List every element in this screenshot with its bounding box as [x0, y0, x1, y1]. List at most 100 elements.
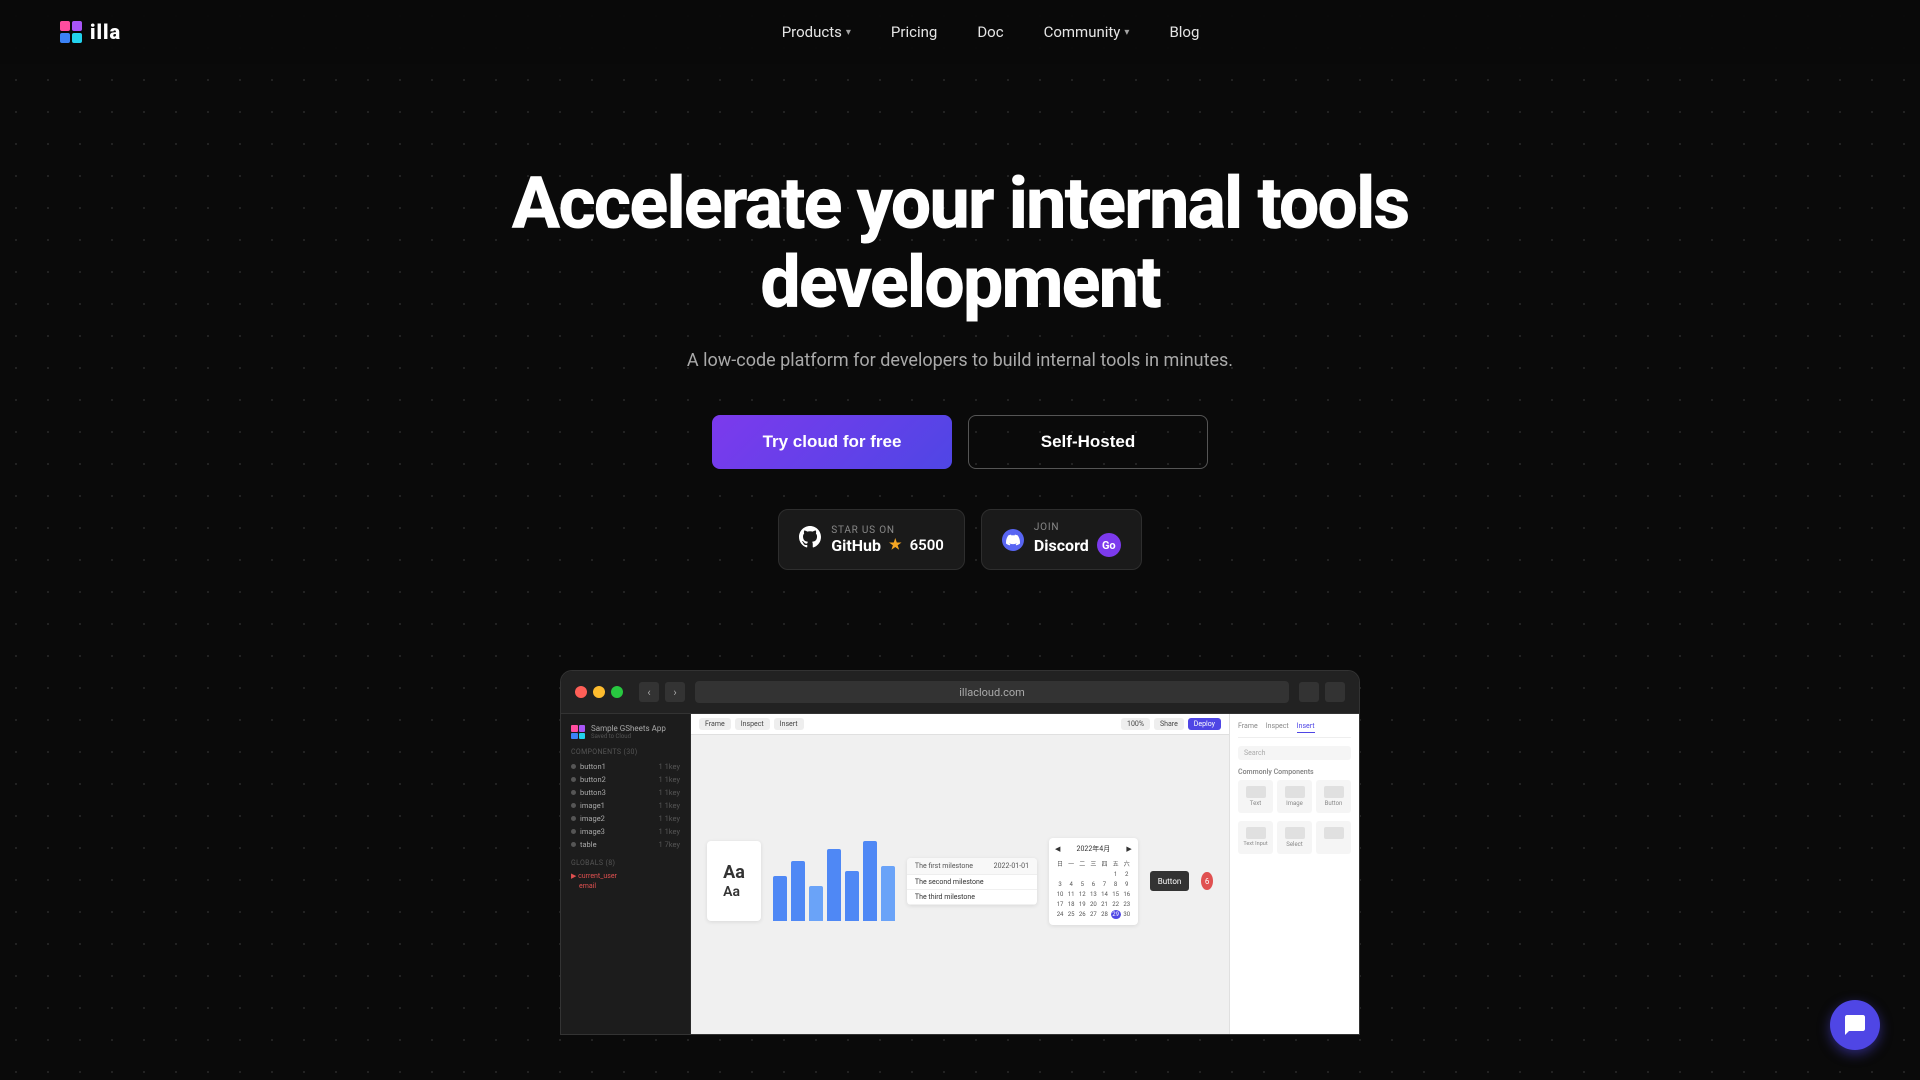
panel-comp-select[interactable]: Select — [1277, 821, 1312, 854]
nav-doc[interactable]: Doc — [977, 23, 1003, 41]
list-item[interactable]: image2 1 1key — [571, 812, 680, 825]
canvas-zoom-indicator: 100% — [1121, 718, 1150, 730]
discord-badge[interactable]: JOIN Discord Go — [981, 509, 1142, 570]
tab-insert[interactable]: Insert — [1297, 722, 1315, 733]
browser-back-button[interactable]: ‹ — [639, 682, 659, 702]
main-nav: Products ▾ Pricing Doc Community ▾ Blog — [782, 23, 1200, 41]
canvas-inspect-btn[interactable]: Inspect — [735, 718, 770, 730]
canvas-deploy-btn[interactable]: Deploy — [1188, 718, 1221, 730]
panel-comp-text-input[interactable]: Text Input — [1238, 821, 1273, 854]
cal-date: 2 — [1122, 870, 1132, 879]
avatar-preview: 6 — [1201, 872, 1213, 890]
cal-date — [1088, 870, 1098, 879]
nav-blog[interactable]: Blog — [1169, 23, 1199, 41]
browser-new-tab-btn[interactable] — [1325, 682, 1345, 702]
browser-content: Sample GSheets App Saved to Cloud COMPON… — [561, 714, 1359, 1034]
list-item[interactable]: button3 1 1key — [571, 786, 680, 799]
table-row: The third milestone — [907, 890, 1037, 905]
logo-text: illa — [90, 20, 121, 44]
panel-comp-text[interactable]: Text — [1238, 780, 1273, 813]
cal-date: 4 — [1066, 880, 1076, 889]
cal-date: 14 — [1099, 890, 1109, 899]
canvas-share-btn[interactable]: Share — [1154, 718, 1184, 730]
nav-products[interactable]: Products ▾ — [782, 23, 851, 41]
nav-pricing[interactable]: Pricing — [891, 23, 937, 41]
browser-share-btn[interactable] — [1299, 682, 1319, 702]
browser-window-actions — [1299, 682, 1345, 702]
canvas-insert-btn[interactable]: Insert — [774, 718, 804, 730]
browser-nav: ‹ › — [639, 682, 685, 702]
app-canvas: Frame Inspect Insert 100% Share Deploy — [691, 714, 1229, 1034]
cal-day: 一 — [1066, 858, 1076, 869]
sidebar-component-list: button1 1 1key button2 1 1key button3 1 … — [571, 760, 680, 851]
hero-cta-row: Try cloud for free Self-Hosted — [712, 415, 1208, 469]
browser-maximize-dot[interactable] — [611, 686, 623, 698]
cal-day: 五 — [1111, 858, 1121, 869]
cal-day: 二 — [1077, 858, 1087, 869]
cal-date: 11 — [1066, 890, 1076, 899]
canvas-toolbar-left: Frame Inspect Insert — [699, 718, 804, 730]
browser-url-bar[interactable]: illacloud.com — [695, 681, 1289, 703]
cal-date-today: 29 — [1111, 910, 1121, 919]
button-component-icon — [1324, 786, 1344, 798]
list-item[interactable]: table 1 7key — [571, 838, 680, 851]
github-badge[interactable]: STAR US ON GitHub ★ 6500 — [778, 509, 965, 570]
browser-window: ‹ › illacloud.com — [560, 670, 1360, 1035]
sidebar-save-label: Saved to Cloud — [591, 733, 666, 740]
logo[interactable]: illa — [60, 20, 121, 44]
cal-day: 四 — [1099, 858, 1109, 869]
chat-icon — [1843, 1013, 1867, 1037]
panel-comp-image[interactable]: Image — [1277, 780, 1312, 813]
github-icon — [799, 526, 821, 553]
app-preview-section: ‹ › illacloud.com — [0, 630, 1920, 1035]
hero-title: Accelerate your internal tools developme… — [512, 164, 1409, 322]
table-header: The first milestone 2022-01-01 — [907, 858, 1037, 875]
nav-community[interactable]: Community ▾ — [1044, 23, 1130, 41]
cal-date: 10 — [1055, 890, 1065, 899]
panel-components-row2: Text Input Select — [1238, 821, 1351, 854]
cal-date — [1099, 870, 1109, 879]
browser-forward-button[interactable]: › — [665, 682, 685, 702]
panel-components-grid: Text Image Button — [1238, 780, 1351, 813]
panel-section-title: Commonly Components — [1238, 768, 1351, 776]
tab-frame[interactable]: Frame — [1238, 722, 1258, 733]
panel-comp-more[interactable] — [1316, 821, 1351, 854]
cal-date: 25 — [1066, 910, 1076, 919]
globals-section-title: GLOBALS (8) — [571, 859, 680, 867]
more-component-icon — [1324, 827, 1344, 839]
list-item[interactable]: button1 1 1key — [571, 760, 680, 773]
calendar-preview: ◀ 2022年4月 ▶ 日 一 二 三 四 五 六 — [1049, 838, 1138, 925]
cal-date: 28 — [1099, 910, 1109, 919]
cal-day: 日 — [1055, 858, 1065, 869]
self-hosted-button[interactable]: Self-Hosted — [968, 415, 1208, 469]
cal-date: 23 — [1122, 900, 1132, 909]
products-chevron-icon: ▾ — [846, 27, 851, 38]
cal-date: 12 — [1077, 890, 1087, 899]
github-badge-content: STAR US ON GitHub ★ 6500 — [831, 525, 944, 555]
list-item[interactable]: image1 1 1key — [571, 799, 680, 812]
canvas-toolbar: Frame Inspect Insert 100% Share Deploy — [691, 714, 1229, 735]
tab-inspect[interactable]: Inspect — [1266, 722, 1289, 733]
hero-subtitle: A low-code platform for developers to bu… — [687, 350, 1233, 371]
calendar-grid: 日 一 二 三 四 五 六 1 — [1055, 858, 1132, 919]
table-preview: The first milestone 2022-01-01 The secon… — [907, 858, 1037, 905]
cal-date — [1077, 870, 1087, 879]
cal-date: 13 — [1088, 890, 1098, 899]
app-sidebar: Sample GSheets App Saved to Cloud COMPON… — [561, 714, 691, 1034]
select-component-icon — [1285, 827, 1305, 839]
try-cloud-button[interactable]: Try cloud for free — [712, 415, 952, 469]
browser-minimize-dot[interactable] — [593, 686, 605, 698]
global-email: email — [571, 881, 680, 891]
panel-search-input[interactable]: Search — [1238, 746, 1351, 760]
cal-date: 24 — [1055, 910, 1065, 919]
cal-date: 1 — [1111, 870, 1121, 879]
panel-comp-button[interactable]: Button — [1316, 780, 1351, 813]
canvas-frame-btn[interactable]: Frame — [699, 718, 731, 730]
chat-button[interactable] — [1830, 1000, 1880, 1050]
cal-date: 7 — [1099, 880, 1109, 889]
browser-close-dot[interactable] — [575, 686, 587, 698]
cal-date: 5 — [1077, 880, 1087, 889]
font-preview-card: Aa Aa — [707, 841, 761, 921]
list-item[interactable]: button2 1 1key — [571, 773, 680, 786]
list-item[interactable]: image3 1 1key — [571, 825, 680, 838]
